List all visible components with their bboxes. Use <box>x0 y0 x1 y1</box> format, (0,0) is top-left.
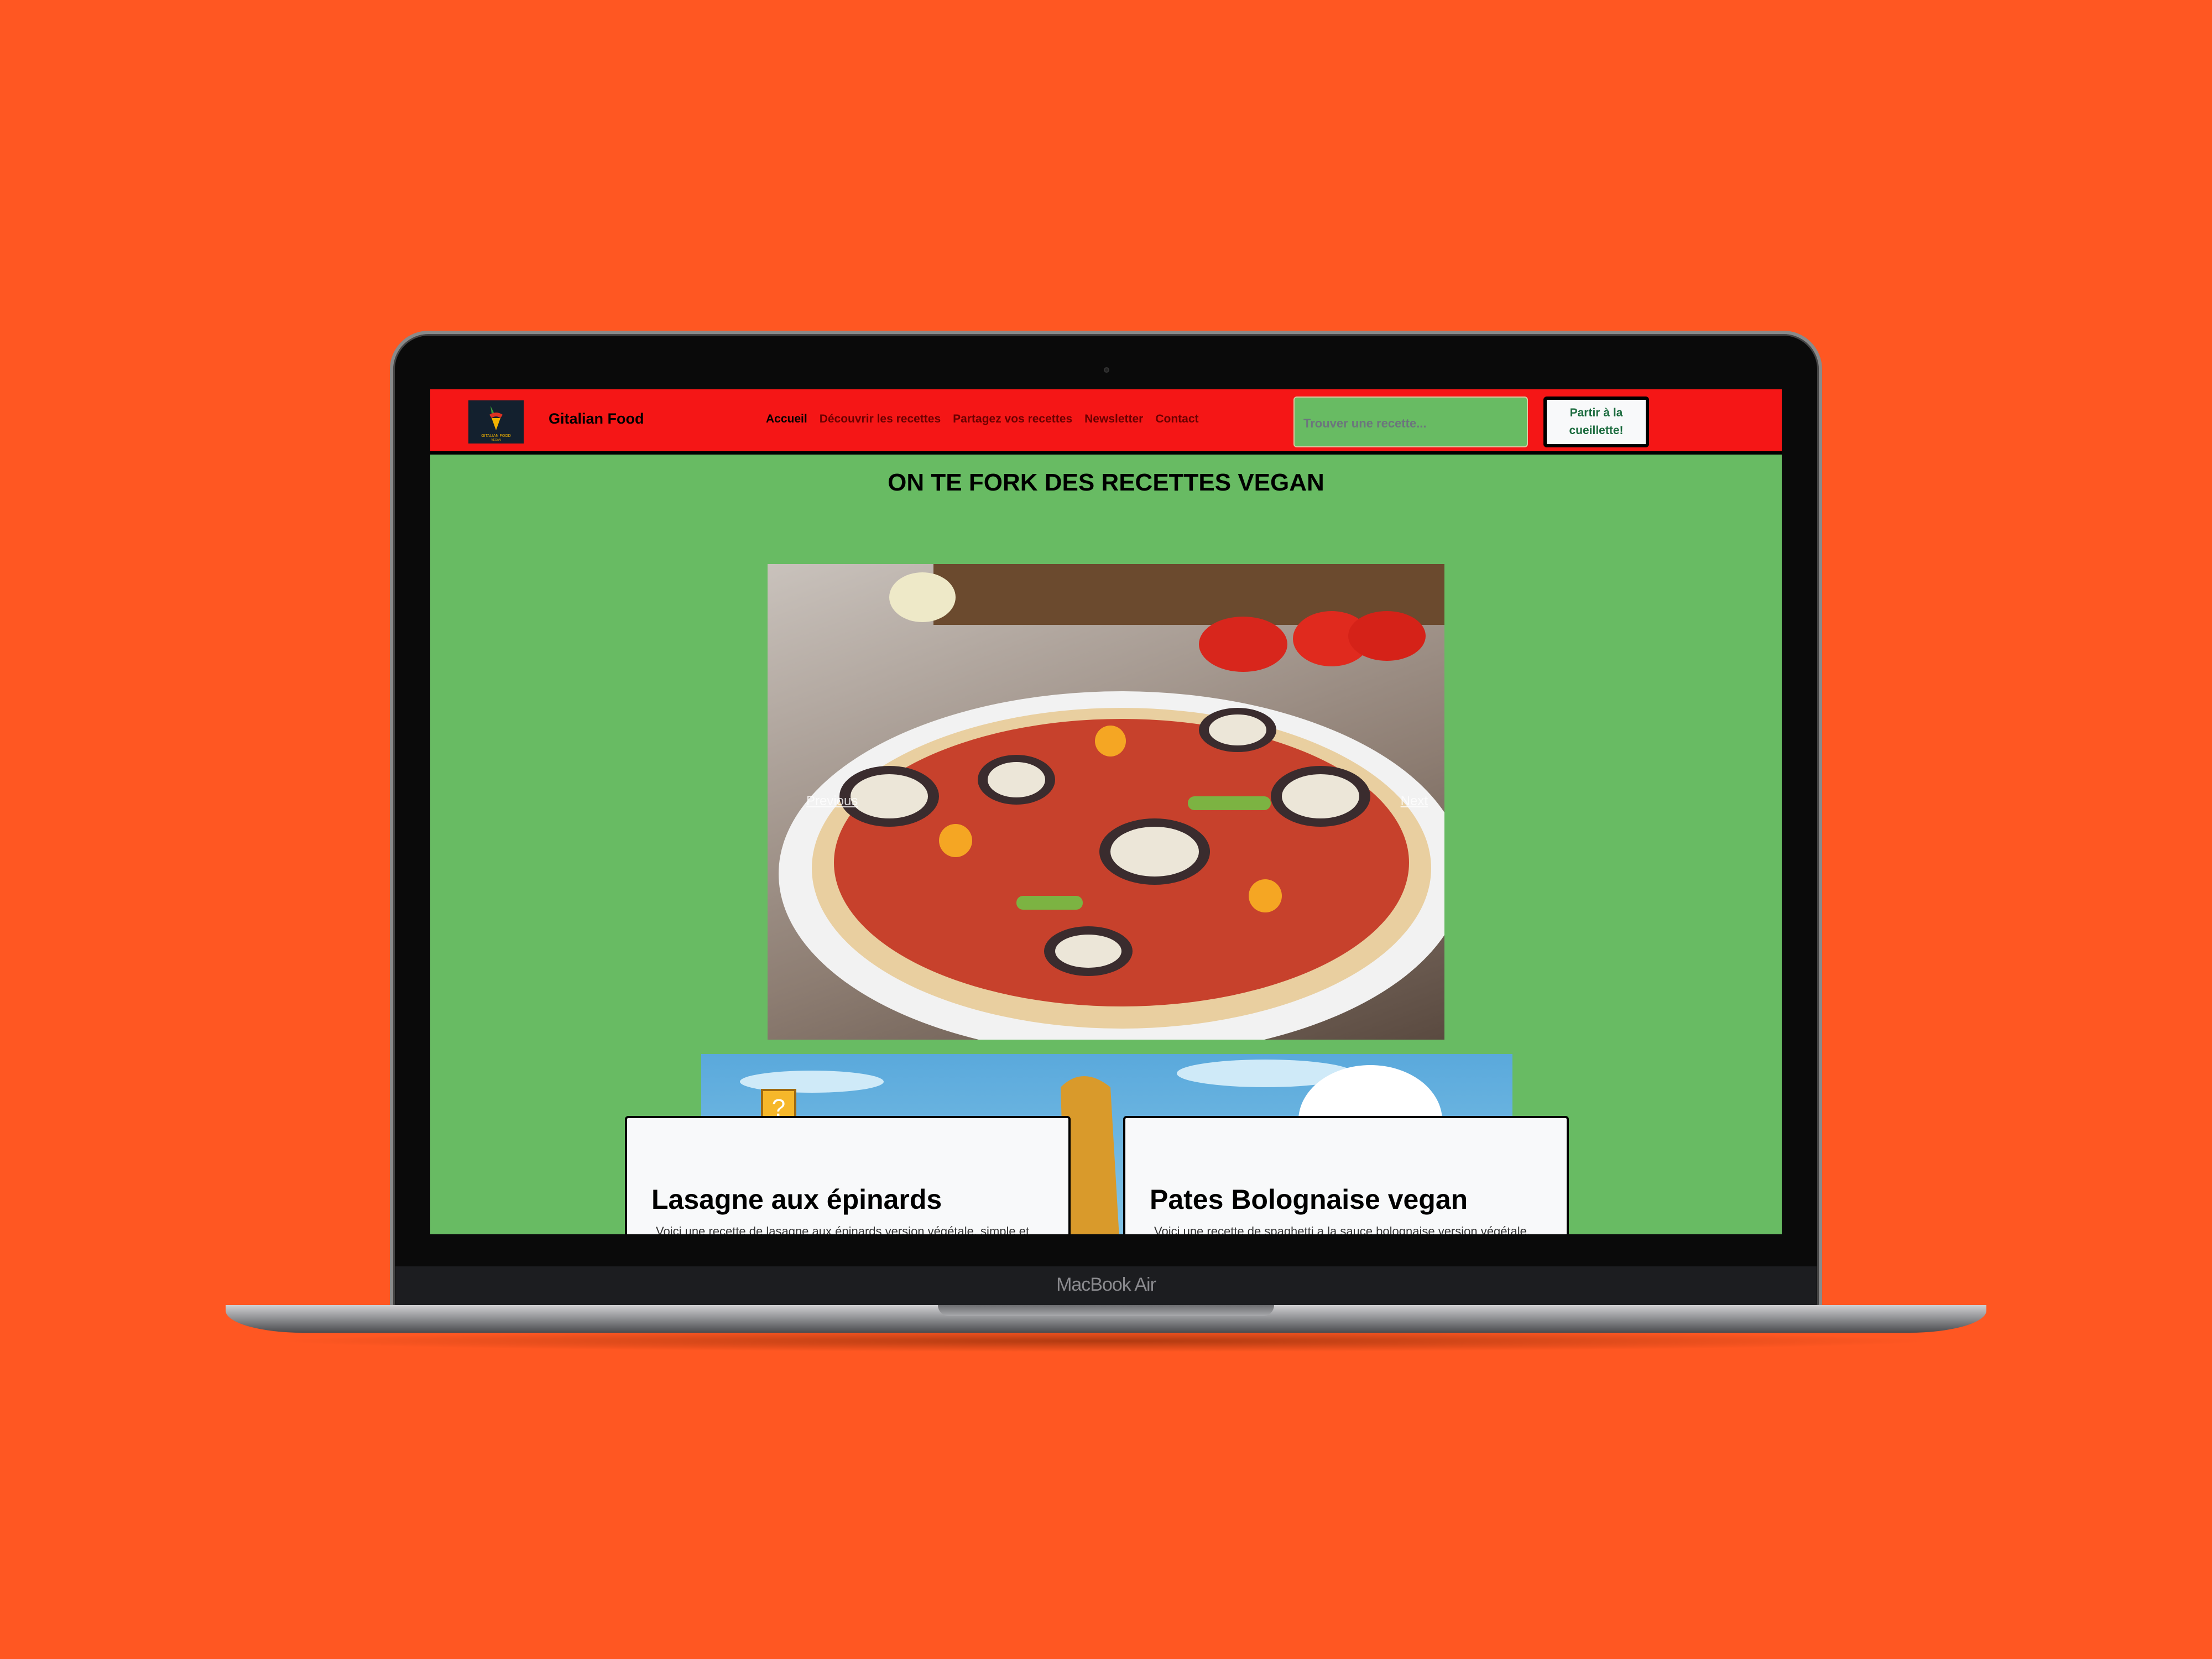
nav-contact[interactable]: Contact <box>1155 413 1198 426</box>
screen: GITALIAN FOOD VEGAN Gitalian Food Accuei… <box>430 389 1782 1234</box>
recipe-card[interactable]: Pates Bolognaise vegan Voici une recette… <box>1123 1116 1569 1234</box>
laptop-chin: MacBook Air <box>395 1266 1817 1305</box>
device-label: MacBook Air <box>1056 1274 1156 1295</box>
carousel-next[interactable]: Next <box>1401 794 1428 809</box>
svg-text:GITALIAN FOOD: GITALIAN FOOD <box>481 434 511 438</box>
cueillette-button[interactable]: Partir à la cueillette! <box>1543 397 1649 447</box>
brand-name[interactable]: Gitalian Food <box>549 410 644 427</box>
recipe-card[interactable]: Lasagne aux épinards Voici une recette d… <box>625 1116 1071 1234</box>
recipe-title[interactable]: Lasagne aux épinards <box>651 1183 942 1215</box>
pizza-logo-icon: GITALIAN FOOD VEGAN <box>481 406 511 442</box>
nav-decouvrir[interactable]: Découvrir les recettes <box>820 413 941 426</box>
nav-accueil[interactable]: Accueil <box>766 413 807 426</box>
logo[interactable]: GITALIAN FOOD VEGAN <box>468 400 524 444</box>
carousel: Previous Next <box>768 564 1444 1040</box>
laptop-notch <box>938 1305 1274 1316</box>
page-title: ON TE FORK DES RECETTES VEGAN <box>888 469 1324 496</box>
nav-newsletter[interactable]: Newsletter <box>1084 413 1143 426</box>
svg-text:VEGAN: VEGAN <box>491 439 501 442</box>
nav-partagez[interactable]: Partagez vos recettes <box>953 413 1072 426</box>
navbar: GITALIAN FOOD VEGAN Gitalian Food Accuei… <box>430 389 1782 455</box>
recipe-description: Voici une recette de spaghetti a la sauc… <box>1154 1224 1531 1234</box>
search-input[interactable]: Trouver une recette... <box>1293 397 1528 447</box>
laptop-shadow <box>276 1330 1936 1352</box>
pizza-image <box>779 564 1444 1040</box>
nav-links: Accueil Découvrir les recettes Partagez … <box>766 413 1199 426</box>
recipe-title[interactable]: Pates Bolognaise vegan <box>1150 1183 1468 1215</box>
recipe-description: Voici une recette de lasagne aux épinard… <box>656 1224 1030 1234</box>
camera-icon <box>1104 367 1109 373</box>
carousel-prev[interactable]: Previous <box>806 794 858 809</box>
